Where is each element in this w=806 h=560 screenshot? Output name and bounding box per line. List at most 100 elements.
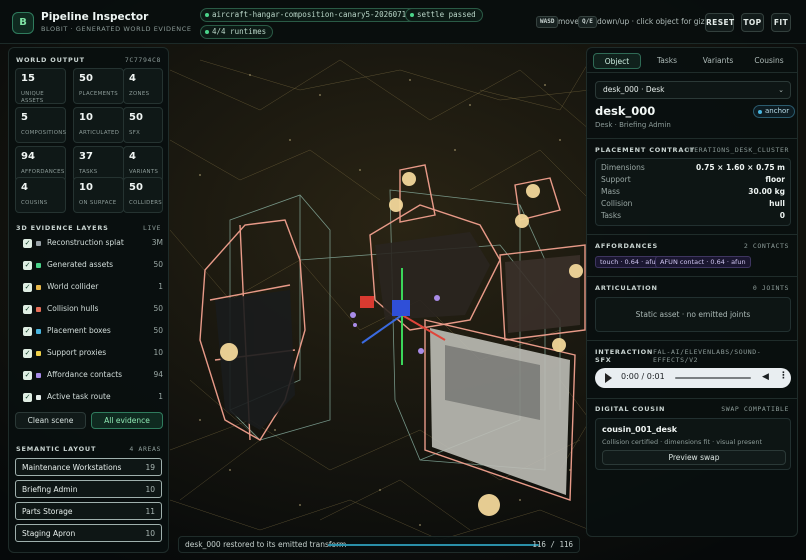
layer-toggle-task-route[interactable]: ✓ Active task route 1: [23, 391, 163, 405]
updown-hint: down/up · click object for gizmo: [597, 17, 717, 26]
layer-toggle-affordance-contacts[interactable]: ✓ Affordance contacts 94: [23, 369, 163, 383]
layer-swatch: [36, 241, 41, 246]
checkbox-check-icon[interactable]: ✓: [23, 349, 32, 358]
tab-object[interactable]: Object: [593, 53, 641, 69]
inspector-panel: Object Tasks Variants Cousins desk_000 ·…: [586, 47, 798, 537]
status-bar: desk_000 restored to its emitted transfo…: [178, 536, 580, 553]
anchor-badge: anchor: [753, 105, 796, 118]
semantic-heading: SEMANTIC LAYOUT: [16, 445, 97, 453]
top-bar: B Pipeline Inspector BLOBIT · GENERATED …: [0, 0, 806, 44]
articulation-count: 0 JOINTS: [752, 284, 789, 292]
layer-toggle-placement-boxes[interactable]: ✓ Placement boxes 50: [23, 325, 163, 339]
status-dot-icon: [205, 30, 209, 34]
divider: [587, 398, 797, 399]
divider: [587, 340, 797, 341]
play-icon[interactable]: [605, 373, 612, 383]
volume-icon[interactable]: ◀: [762, 372, 769, 382]
audio-player[interactable]: 0:00 / 0:01 ◀ ⋮: [595, 368, 791, 388]
layer-toggle-collision-hulls[interactable]: ✓ Collision hulls 50: [23, 303, 163, 317]
checkbox-check-icon[interactable]: ✓: [23, 283, 32, 292]
tab-cousins[interactable]: Cousins: [745, 53, 793, 69]
world-hash: 7C7794C8: [124, 56, 161, 64]
app-subtitle: BLOBIT · GENERATED WORLD EVIDENCE: [41, 25, 192, 33]
stat-card: 15 UNIQUE ASSETS: [15, 68, 66, 104]
object-title: desk_000: [595, 104, 656, 118]
stat-card: 10 ARTICULATED: [73, 107, 124, 143]
prop-row: Mass 30.00 kg: [601, 187, 785, 196]
status-progress-bar: [328, 544, 539, 546]
layer-toggle-support-proxies[interactable]: ✓ Support proxies 10: [23, 347, 163, 361]
checkbox-check-icon[interactable]: ✓: [23, 261, 32, 270]
clean-scene-button[interactable]: Clean scene: [15, 412, 86, 429]
key-hint-wasd: WASD: [536, 16, 559, 28]
affordances-count: 2 CONTACTS: [743, 242, 789, 250]
contract-box: Dimensions 0.75 × 1.60 × 0.75 m Support fl…: [595, 158, 791, 226]
checkbox-check-icon[interactable]: ✓: [23, 239, 32, 248]
affordance-tag: AFUN contact · 0.64 · afun: [655, 256, 751, 268]
layers-status: LIVE: [142, 224, 161, 232]
layers-heading: 3D EVIDENCE LAYERS: [16, 224, 109, 232]
articulation-box: Static asset · no emitted joints: [595, 297, 791, 332]
audio-track[interactable]: [675, 377, 751, 379]
status-message: desk_000 restored to its emitted transfo…: [185, 540, 347, 549]
object-subtitle: Desk · Briefing Admin: [595, 121, 671, 129]
stat-card: 5 COMPOSITIONS: [15, 107, 66, 143]
placement-contract-heading: PLACEMENT CONTRACT: [595, 146, 696, 154]
stat-card: 10 ON SURFACE: [73, 177, 124, 213]
reset-button[interactable]: RESET: [705, 13, 734, 32]
area-item[interactable]: Staging Apron 10: [15, 524, 162, 542]
audio-time: 0:00 / 0:01: [621, 372, 665, 381]
all-evidence-button[interactable]: All evidence: [91, 412, 163, 429]
layer-swatch: [36, 285, 41, 290]
tab-variants[interactable]: Variants: [695, 53, 741, 69]
layer-swatch: [36, 351, 41, 356]
stat-card: 50 SFX: [123, 107, 163, 143]
area-item[interactable]: Maintenance Workstations 19: [15, 458, 162, 476]
area-item[interactable]: Parts Storage 11: [15, 502, 162, 520]
sfx-heading: INTERACTION SFX: [595, 348, 654, 364]
articulation-heading: ARTICULATION: [595, 284, 658, 292]
layer-swatch: [36, 395, 41, 400]
inspector-tabs: Object Tasks Variants Cousins: [587, 48, 797, 73]
status-dot-icon: [758, 109, 762, 114]
status-counter: 116 / 116: [532, 540, 573, 549]
chevron-down-icon: ⌄: [778, 86, 784, 94]
cousin-box: cousin_001_desk Collision certified · di…: [595, 418, 791, 470]
move-hint: move: [558, 17, 579, 26]
layer-toggle-splat[interactable]: ✓ Reconstruction splat 3M: [23, 237, 163, 251]
area-item[interactable]: Briefing Admin 10: [15, 480, 162, 498]
runtimes-pill: 4/4 runtimes: [200, 25, 274, 39]
layer-swatch: [36, 263, 41, 268]
checkbox-check-icon[interactable]: ✓: [23, 393, 32, 402]
layer-toggle-world-collider[interactable]: ✓ World collider 1: [23, 281, 163, 295]
app-title: Pipeline Inspector: [41, 11, 149, 23]
cousin-name: cousin_001_desk: [602, 425, 678, 434]
prop-row: Collision hull: [601, 199, 785, 208]
status-dot-icon: [205, 13, 209, 17]
left-panel: WORLD OUTPUT 7C7794C8 15 UNIQUE ASSETS 50…: [8, 47, 169, 553]
divider: [587, 234, 797, 235]
tab-tasks[interactable]: Tasks: [645, 53, 689, 69]
prop-row: Support floor: [601, 175, 785, 184]
object-select[interactable]: desk_000 · Desk ⌄: [595, 81, 791, 99]
layer-toggle-assets[interactable]: ✓ Generated assets 50: [23, 259, 163, 273]
layer-swatch: [36, 329, 41, 334]
articulation-text: Static asset · no emitted joints: [635, 310, 751, 319]
settle-status-pill: settle passed: [405, 8, 483, 22]
checkbox-check-icon[interactable]: ✓: [23, 371, 32, 380]
stat-card: 50 COLLIDERS: [123, 177, 163, 213]
fit-view-button[interactable]: FIT: [771, 13, 791, 32]
sfx-source: FAL-AI/ELEVENLABS/SOUND-EFFECTS/V2: [653, 348, 762, 364]
preview-swap-button[interactable]: Preview swap: [602, 450, 786, 465]
semantic-count: 4 AREAS: [129, 445, 161, 453]
prop-row: Dimensions 0.75 × 1.60 × 0.75 m: [601, 163, 785, 172]
contract-id: OPERATIONS_DESK_CLUSTER: [685, 146, 789, 154]
divider: [587, 138, 797, 139]
layer-swatch: [36, 373, 41, 378]
affordances-heading: AFFORDANCES: [595, 242, 658, 250]
more-options-icon[interactable]: ⋮: [779, 371, 788, 381]
top-view-button[interactable]: TOP: [741, 13, 764, 32]
checkbox-check-icon[interactable]: ✓: [23, 327, 32, 336]
checkbox-check-icon[interactable]: ✓: [23, 305, 32, 314]
layer-swatch: [36, 307, 41, 312]
